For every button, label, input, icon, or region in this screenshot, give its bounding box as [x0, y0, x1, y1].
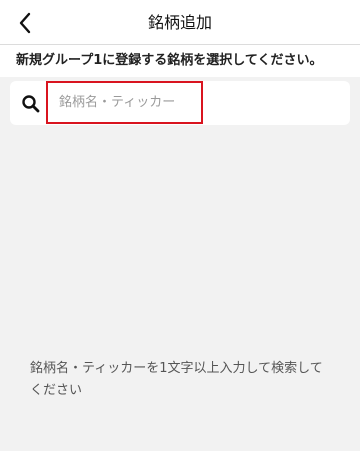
page-title: 銘柄追加 — [147, 13, 212, 32]
search-icon — [22, 95, 40, 113]
header-bar: 銘柄追加 — [0, 0, 360, 45]
search-bar — [10, 81, 350, 125]
search-hint-text: 銘柄名・ティッカーを1文字以上入力して検索してください — [30, 361, 323, 398]
instruction-text: 新規グループ1に登録する銘柄を選択してください。 — [0, 45, 360, 77]
search-input[interactable] — [46, 81, 203, 124]
